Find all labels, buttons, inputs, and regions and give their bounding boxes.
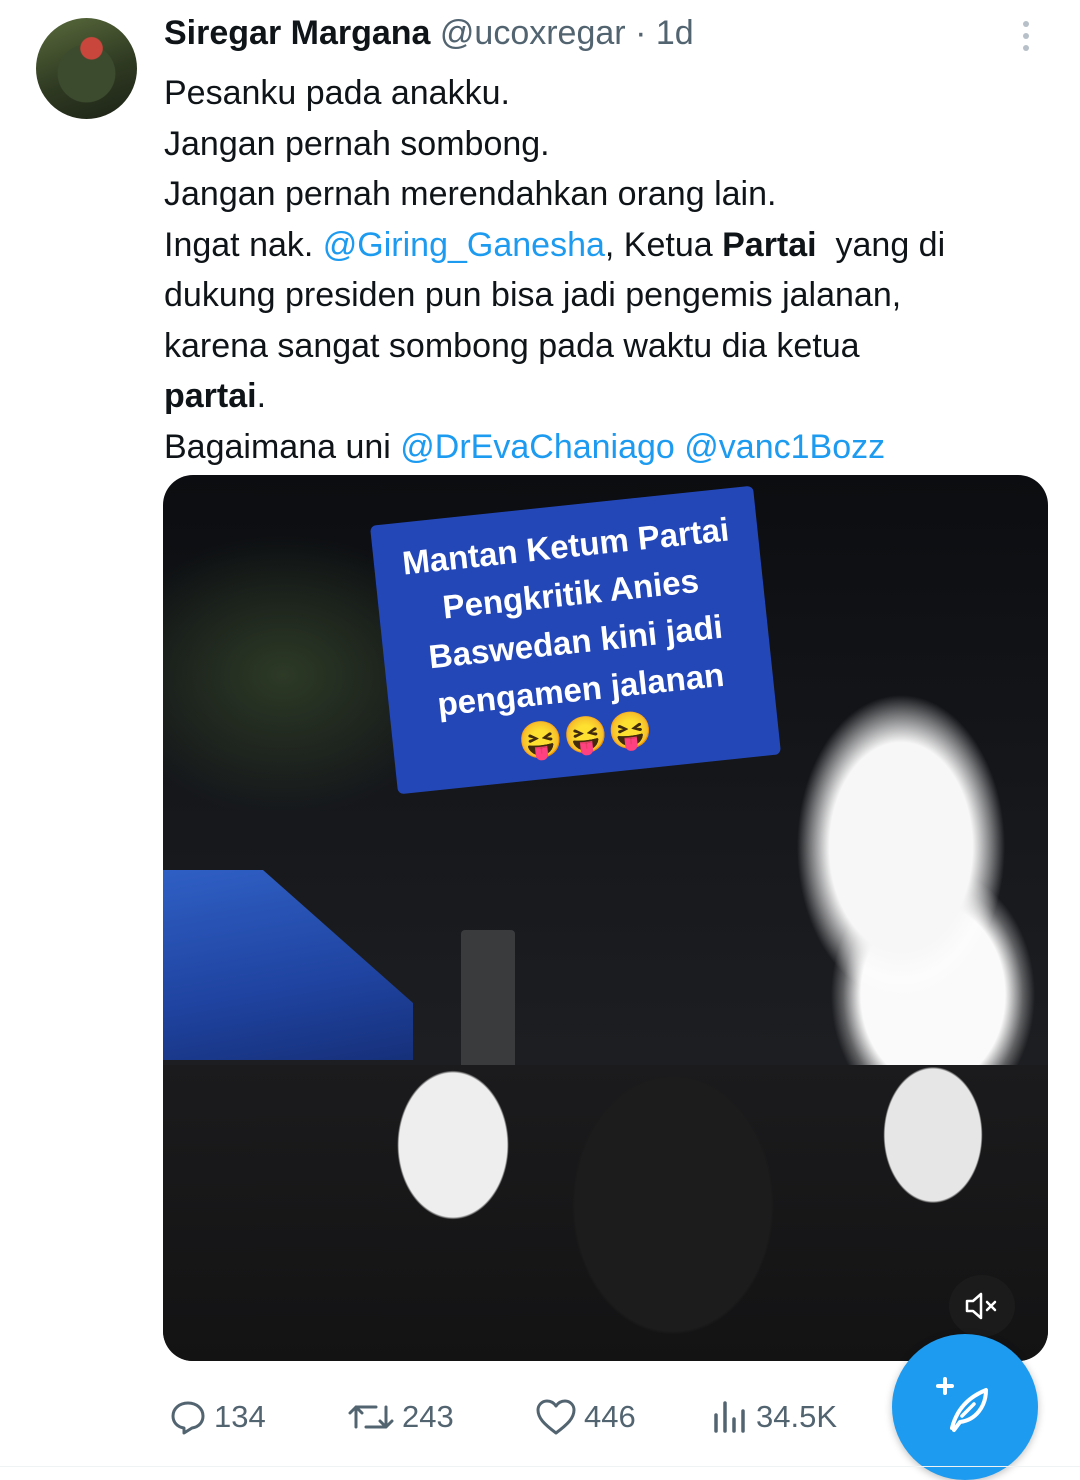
divider	[0, 1466, 1080, 1467]
repost-count: 243	[402, 1399, 454, 1434]
text-line: Jangan pernah sombong.	[164, 124, 550, 163]
text-line: Ingat nak. @Giring_Ganesha, Ketua Partai…	[164, 220, 1024, 271]
heart-icon	[536, 1399, 576, 1435]
tweet-header: Siregar Margana @ucoxregar · 1d	[164, 14, 694, 54]
reply-button[interactable]: 134	[168, 1385, 266, 1449]
author-name[interactable]: Siregar Margana	[164, 14, 430, 52]
tweet-text: Pesanku pada anakku. Jangan pernah sombo…	[164, 68, 1024, 472]
like-button[interactable]: 446	[534, 1385, 636, 1449]
text-line: Jangan pernah merendahkan orang lain.	[164, 175, 777, 213]
reply-count: 134	[214, 1399, 266, 1434]
video-caption-overlay: Mantan Ketum Partai Pengkritik Anies Bas…	[369, 485, 782, 795]
text-line: dukung presiden pun bisa jadi pengemis j…	[164, 276, 902, 314]
author-avatar[interactable]	[36, 18, 137, 119]
separator: ·	[635, 14, 647, 52]
bold-keyword: partai	[164, 377, 257, 415]
views-button[interactable]: 34.5K	[710, 1385, 837, 1449]
repost-button[interactable]: 243	[346, 1385, 454, 1449]
text-line: partai.	[164, 371, 1024, 422]
mention-link[interactable]: @Giring_Ganesha	[323, 226, 605, 264]
compose-button[interactable]	[892, 1334, 1038, 1480]
views-icon	[714, 1401, 745, 1433]
reply-icon	[171, 1401, 205, 1435]
text-line: Bagaimana uni @DrEvaChaniago @vanc1Bozz	[164, 422, 1024, 473]
text-line: Pesanku pada anakku.	[164, 74, 510, 112]
mention-link[interactable]: @DrEvaChaniago	[400, 428, 675, 466]
text-segment: yang di	[816, 225, 946, 264]
like-count: 446	[584, 1399, 636, 1434]
more-vertical-icon[interactable]	[1004, 14, 1048, 58]
compose-feather-icon	[936, 1377, 988, 1432]
crowd-scene	[163, 1065, 1048, 1361]
mute-button[interactable]	[949, 1275, 1015, 1337]
text-segment: .	[256, 377, 267, 415]
author-handle[interactable]: @ucoxregar	[440, 14, 626, 52]
mention-link[interactable]: @vanc1Bozz	[684, 428, 885, 466]
tweet-timestamp[interactable]: 1d	[656, 14, 694, 52]
text-line: karena sangat sombong pada waktu dia ket…	[164, 326, 860, 365]
speaker-muted-icon	[965, 1292, 997, 1320]
text-segment: Ingat nak.	[164, 225, 323, 264]
text-segment: , Ketua	[604, 225, 723, 264]
bold-keyword: Partai	[722, 225, 817, 264]
text-segment	[675, 428, 684, 466]
views-count: 34.5K	[756, 1399, 838, 1434]
video-player[interactable]: Mantan Ketum Partai Pengkritik Anies Bas…	[163, 475, 1048, 1361]
text-segment: Bagaimana uni	[164, 427, 401, 466]
repost-icon	[348, 1405, 394, 1429]
tent-scene	[163, 870, 413, 1060]
